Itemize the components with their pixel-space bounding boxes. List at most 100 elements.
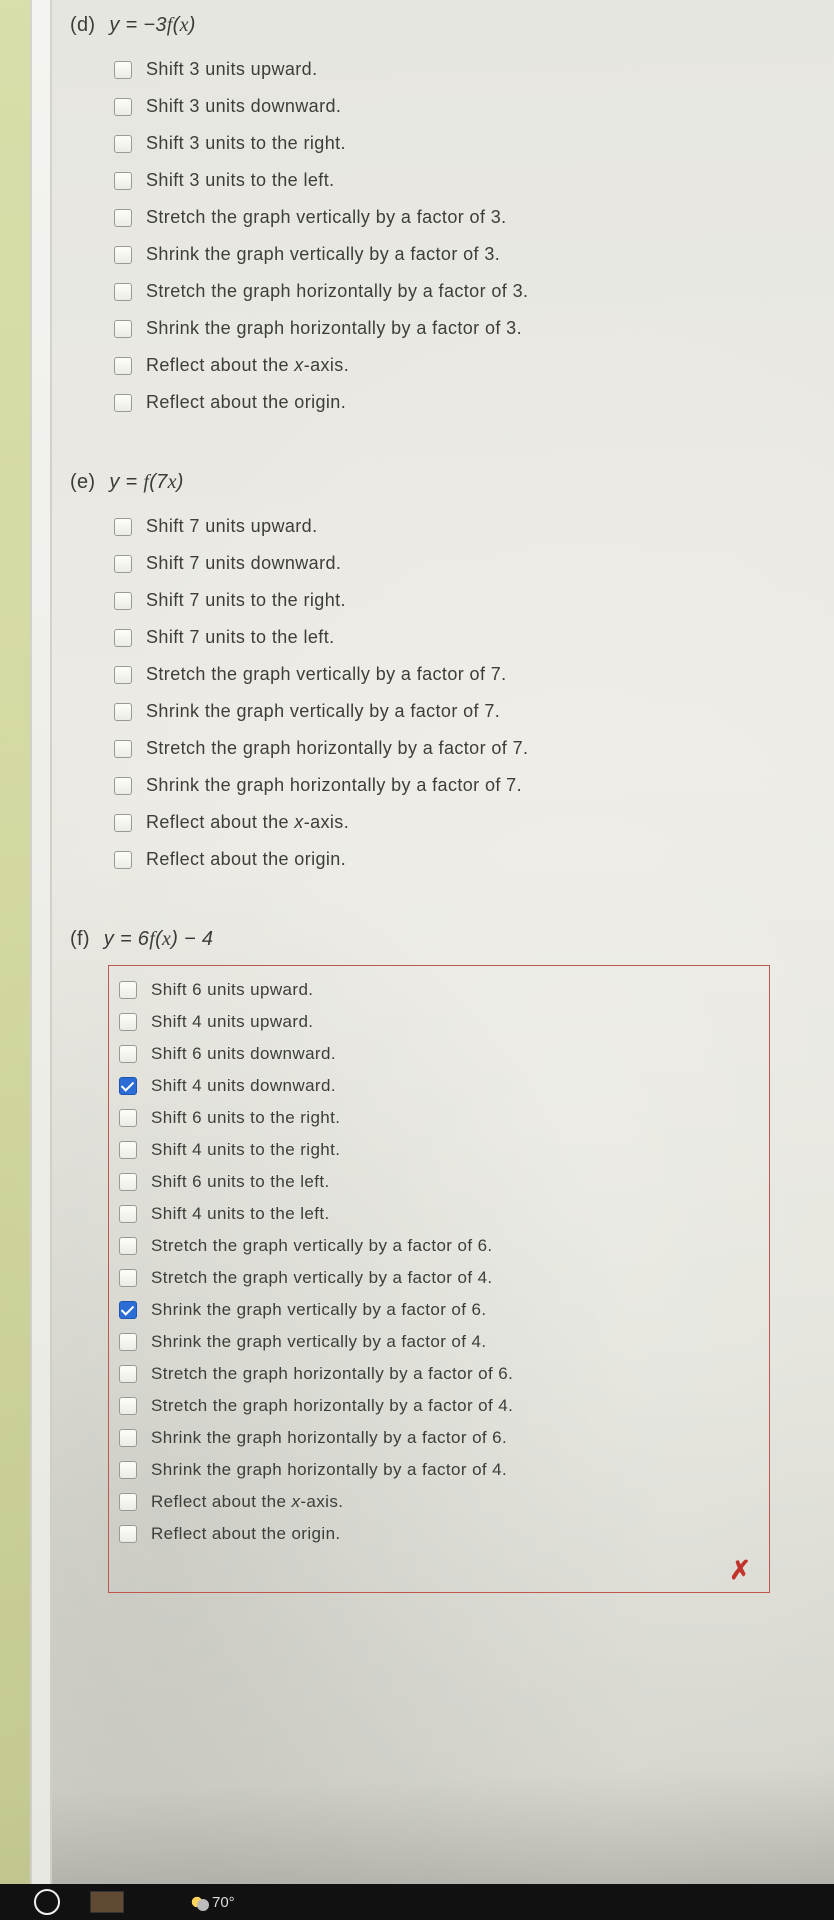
option-row[interactable]: Shift 7 units to the left. — [114, 619, 800, 656]
option-row[interactable]: Stretch the graph horizontally by a fact… — [119, 1358, 759, 1390]
checkbox[interactable] — [114, 851, 132, 869]
checkbox[interactable] — [119, 1141, 137, 1159]
option-row[interactable]: Reflect about the origin. — [119, 1518, 759, 1550]
question-header: (f)y = 6f(x) − 4 — [70, 928, 800, 951]
checkbox[interactable] — [119, 1237, 137, 1255]
question-f: (f)y = 6f(x) − 4Shift 6 units upward.Shi… — [60, 928, 800, 1593]
option-row[interactable]: Shift 6 units downward. — [119, 1038, 759, 1070]
checkbox[interactable] — [119, 1205, 137, 1223]
option-row[interactable]: Stretch the graph horizontally by a fact… — [114, 273, 800, 310]
option-row[interactable]: Shift 4 units downward. — [119, 1070, 759, 1102]
options-list: Shift 7 units upward. Shift 7 units downw… — [114, 508, 800, 878]
option-row[interactable]: Reflect about the origin. — [114, 384, 800, 421]
option-label: Stretch the graph vertically by a factor… — [146, 664, 507, 685]
checkbox[interactable] — [114, 777, 132, 795]
weather-widget[interactable]: 70° — [188, 1893, 235, 1911]
option-row[interactable]: Shift 6 units upward. — [119, 974, 759, 1006]
option-row[interactable]: Shrink the graph vertically by a factor … — [119, 1326, 759, 1358]
checkbox[interactable] — [114, 740, 132, 758]
checkbox[interactable] — [114, 357, 132, 375]
checkbox-checked[interactable] — [119, 1077, 137, 1095]
checkbox[interactable] — [119, 1173, 137, 1191]
taskbar-app-icon[interactable] — [90, 1891, 124, 1913]
option-row[interactable]: Reflect about the x-axis. — [114, 347, 800, 384]
option-label: Reflect about the x-axis. — [146, 355, 349, 376]
start-circle-icon[interactable] — [34, 1889, 60, 1915]
option-label: Stretch the graph horizontally by a fact… — [151, 1396, 513, 1416]
checkbox[interactable] — [119, 1429, 137, 1447]
option-label: Stretch the graph vertically by a factor… — [151, 1268, 493, 1288]
option-row[interactable]: Shrink the graph vertically by a factor … — [119, 1294, 759, 1326]
checkbox[interactable] — [114, 61, 132, 79]
option-label: Shift 3 units downward. — [146, 96, 341, 117]
option-row[interactable]: Stretch the graph horizontally by a fact… — [114, 730, 800, 767]
question-equation: y = 6f(x) − 4 — [104, 928, 214, 951]
option-label: Shift 7 units downward. — [146, 553, 341, 574]
option-row[interactable]: Shift 3 units downward. — [114, 88, 800, 125]
option-label: Shift 4 units upward. — [151, 1012, 313, 1032]
option-row[interactable]: Stretch the graph horizontally by a fact… — [119, 1390, 759, 1422]
checkbox[interactable] — [114, 135, 132, 153]
option-label: Stretch the graph vertically by a factor… — [146, 207, 507, 228]
option-label: Stretch the graph horizontally by a fact… — [146, 738, 528, 759]
checkbox[interactable] — [114, 172, 132, 190]
checkbox[interactable] — [114, 666, 132, 684]
option-row[interactable]: Shrink the graph horizontally by a facto… — [114, 310, 800, 347]
option-label: Reflect about the origin. — [146, 392, 346, 413]
option-row[interactable]: Stretch the graph vertically by a factor… — [119, 1230, 759, 1262]
option-row[interactable]: Shift 7 units downward. — [114, 545, 800, 582]
option-row[interactable]: Shrink the graph vertically by a factor … — [114, 693, 800, 730]
option-row[interactable]: Shift 4 units to the left. — [119, 1198, 759, 1230]
option-row[interactable]: Shift 3 units to the right. — [114, 125, 800, 162]
option-row[interactable]: Shift 3 units to the left. — [114, 162, 800, 199]
option-row[interactable]: Shrink the graph horizontally by a facto… — [119, 1454, 759, 1486]
option-row[interactable]: Stretch the graph vertically by a factor… — [119, 1262, 759, 1294]
option-label: Shift 4 units to the right. — [151, 1140, 340, 1160]
checkbox[interactable] — [114, 703, 132, 721]
option-row[interactable]: Stretch the graph vertically by a factor… — [114, 656, 800, 693]
option-row[interactable]: Shift 4 units upward. — [119, 1006, 759, 1038]
option-label: Shift 6 units upward. — [151, 980, 313, 1000]
option-label: Stretch the graph horizontally by a fact… — [146, 281, 528, 302]
option-row[interactable]: Stretch the graph vertically by a factor… — [114, 199, 800, 236]
option-row[interactable]: Shift 6 units to the right. — [119, 1102, 759, 1134]
checkbox[interactable] — [114, 592, 132, 610]
option-row[interactable]: Reflect about the origin. — [114, 841, 800, 878]
checkbox-checked[interactable] — [119, 1301, 137, 1319]
checkbox[interactable] — [114, 283, 132, 301]
options-graded-box: Shift 6 units upward. Shift 4 units upwar… — [108, 965, 770, 1593]
checkbox[interactable] — [114, 814, 132, 832]
checkbox[interactable] — [119, 1269, 137, 1287]
option-row[interactable]: Shift 7 units to the right. — [114, 582, 800, 619]
checkbox[interactable] — [119, 1109, 137, 1127]
checkbox[interactable] — [119, 1461, 137, 1479]
checkbox[interactable] — [119, 981, 137, 999]
option-row[interactable]: Shift 4 units to the right. — [119, 1134, 759, 1166]
checkbox[interactable] — [114, 555, 132, 573]
checkbox[interactable] — [119, 1493, 137, 1511]
option-label: Shrink the graph vertically by a factor … — [146, 244, 500, 265]
checkbox[interactable] — [119, 1333, 137, 1351]
option-row[interactable]: Shrink the graph horizontally by a facto… — [119, 1422, 759, 1454]
question-label: (e) — [70, 471, 95, 494]
checkbox[interactable] — [119, 1397, 137, 1415]
checkbox[interactable] — [119, 1365, 137, 1383]
option-row[interactable]: Shrink the graph horizontally by a facto… — [114, 767, 800, 804]
checkbox[interactable] — [114, 246, 132, 264]
option-row[interactable]: Shrink the graph vertically by a factor … — [114, 236, 800, 273]
option-row[interactable]: Reflect about the x-axis. — [119, 1486, 759, 1518]
checkbox[interactable] — [119, 1045, 137, 1063]
option-label: Shift 3 units to the left. — [146, 170, 335, 191]
checkbox[interactable] — [119, 1525, 137, 1543]
checkbox[interactable] — [114, 518, 132, 536]
checkbox[interactable] — [114, 98, 132, 116]
option-row[interactable]: Shift 3 units upward. — [114, 51, 800, 88]
option-row[interactable]: Reflect about the x-axis. — [114, 804, 800, 841]
checkbox[interactable] — [114, 629, 132, 647]
checkbox[interactable] — [119, 1013, 137, 1031]
option-row[interactable]: Shift 6 units to the left. — [119, 1166, 759, 1198]
checkbox[interactable] — [114, 209, 132, 227]
checkbox[interactable] — [114, 394, 132, 412]
option-row[interactable]: Shift 7 units upward. — [114, 508, 800, 545]
checkbox[interactable] — [114, 320, 132, 338]
